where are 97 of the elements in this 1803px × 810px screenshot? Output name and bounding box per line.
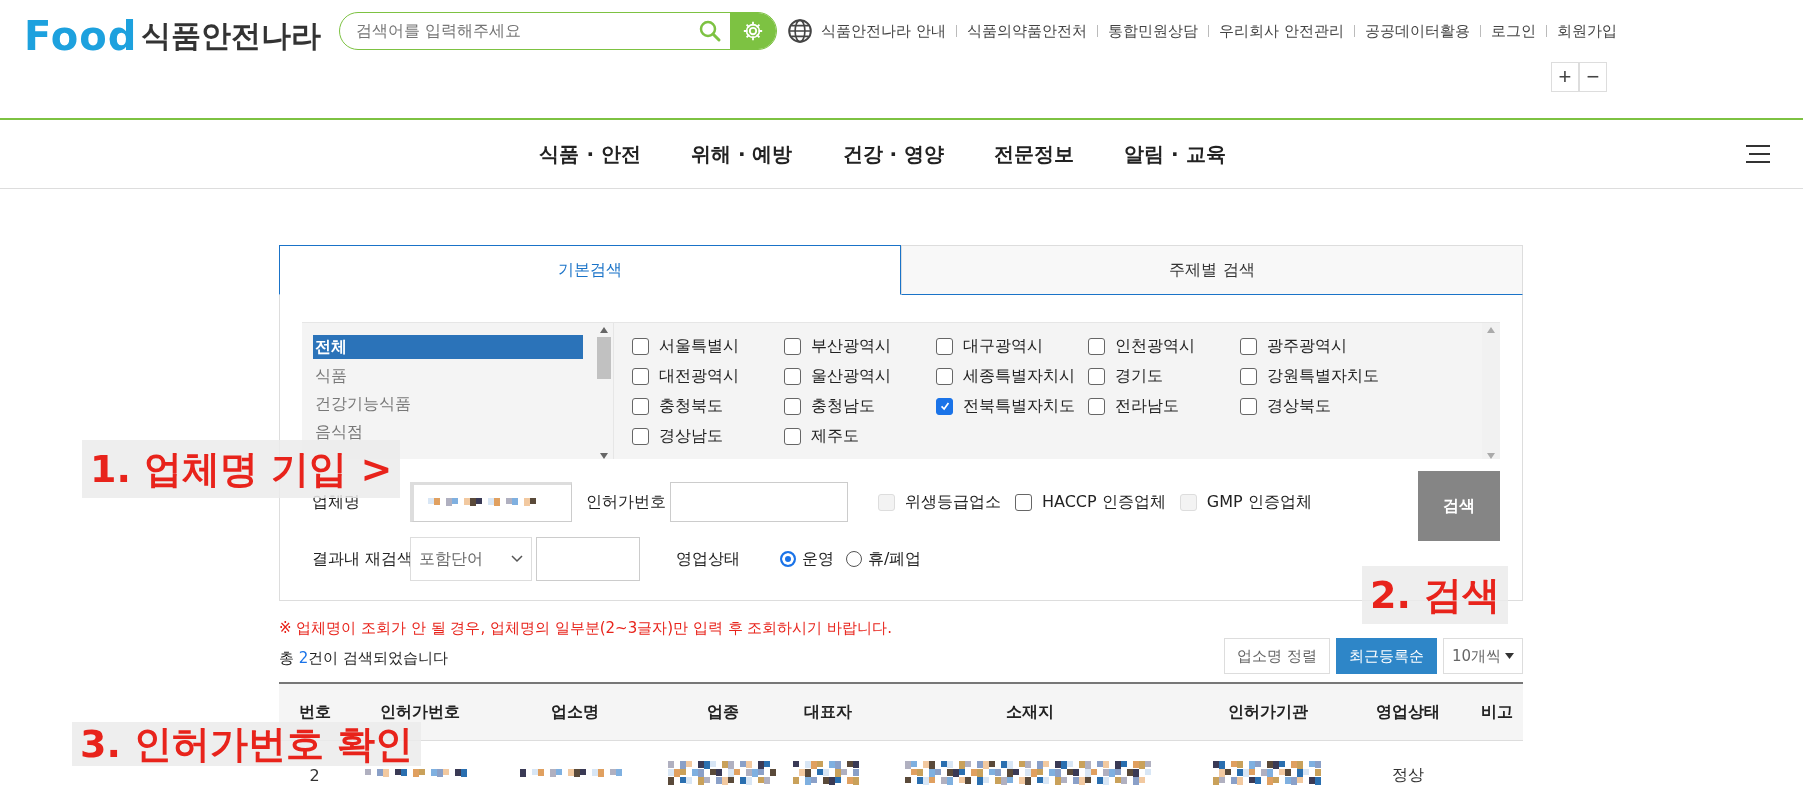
checkbox[interactable] [1240, 367, 1257, 385]
checkbox-label: 경기도 [1115, 365, 1163, 387]
site-title[interactable]: 식품안전나라 [141, 15, 322, 57]
menu-icon[interactable] [1745, 144, 1771, 164]
column-header[interactable]: 인허가기관 [1227, 701, 1308, 723]
checkbox[interactable] [784, 427, 801, 445]
tab[interactable]: 기본검색 [279, 245, 901, 295]
checkbox-label: 전북특별자치도 [963, 395, 1075, 417]
table-cell: 정상 [1391, 764, 1424, 786]
search-button[interactable]: 검색 [1418, 471, 1500, 541]
keyword-dropdown[interactable]: 포함단어 [410, 537, 532, 581]
checkbox-label: HACCP 인증업체 [1042, 491, 1166, 513]
chevron-icon [511, 555, 523, 563]
checkbox[interactable] [1088, 397, 1105, 415]
sort-button[interactable]: 최근등록순 [1335, 638, 1437, 674]
caret-icon [1505, 653, 1514, 659]
scroll-up-icon[interactable] [600, 327, 608, 333]
annotation-label: 2. 검색 [1362, 566, 1509, 624]
column-header[interactable]: 영업상태 [1375, 701, 1440, 723]
table-cell: 2 [309, 765, 320, 785]
checkbox-label: 경상북도 [1267, 395, 1331, 417]
tab[interactable]: 주제별 검색 [901, 245, 1523, 295]
checkbox[interactable] [1088, 367, 1105, 385]
field-label: 인허가번호 [586, 491, 666, 513]
checkbox-label: GMP 인증업체 [1206, 491, 1312, 513]
globe-icon[interactable] [787, 18, 814, 44]
column-header[interactable]: 번호 [298, 701, 331, 723]
radio-label: 운영 [802, 548, 834, 570]
checkbox-label: 충청북도 [659, 395, 723, 417]
checkbox-label: 전라남도 [1115, 395, 1179, 417]
scroll-thumb[interactable] [597, 337, 611, 379]
license-number-field[interactable] [670, 482, 848, 522]
checkbox-label: 부산광역시 [811, 335, 891, 357]
checkbox[interactable] [936, 397, 953, 415]
header-link[interactable]: 공공데이터활용 [1364, 21, 1470, 41]
header-link[interactable]: 회원가입 [1556, 21, 1617, 41]
checkbox[interactable] [784, 367, 801, 385]
checkbox-label: 서울특별시 [659, 335, 739, 357]
page-size-dropdown[interactable]: 10개씩 [1442, 638, 1523, 674]
header-link[interactable]: 로그인 [1490, 21, 1536, 41]
checkbox[interactable] [784, 397, 801, 415]
checkbox-label: 제주도 [811, 425, 859, 447]
company-name-field[interactable] [410, 482, 572, 522]
checkbox[interactable] [784, 337, 801, 355]
checkbox-label: 위생등급업소 [905, 491, 1001, 513]
checkbox-label: 충청남도 [811, 395, 875, 417]
header-link[interactable]: 식품의약품안전처 [967, 21, 1088, 41]
checkbox-label: 대구광역시 [963, 335, 1043, 357]
zoom-button[interactable]: + [1550, 62, 1579, 92]
checkbox-label: 세종특별자치시 [963, 365, 1075, 387]
keyword-field[interactable] [536, 537, 640, 581]
checkbox-label: 인천광역시 [1115, 335, 1195, 357]
radio-button[interactable] [780, 551, 796, 567]
annotation-label: 3. 인허가번호 확인 [72, 722, 422, 766]
header-link[interactable]: 우리회사 안전관리 [1219, 21, 1344, 41]
result-count: 총 2건이 검색되었습니다 [279, 649, 449, 669]
search-input[interactable]: 검색어를 입력해주세요 [340, 21, 699, 41]
checkbox[interactable] [1015, 493, 1032, 511]
checkbox-label: 광주광역시 [1267, 335, 1347, 357]
nav-item[interactable]: 건강 · 영양 [842, 140, 945, 168]
column-header[interactable]: 업종 [706, 701, 739, 723]
column-header[interactable]: 소재지 [1006, 701, 1054, 723]
sort-button[interactable]: 업소명 정렬 [1224, 638, 1330, 674]
checkbox-label: 강원특별자치도 [1267, 365, 1379, 387]
checkbox[interactable] [1088, 337, 1105, 355]
checkbox[interactable] [632, 427, 649, 445]
checkbox[interactable] [632, 367, 649, 385]
column-header[interactable]: 대표자 [803, 701, 852, 723]
checkbox[interactable] [1240, 337, 1257, 355]
notice-text: ※ 업체명이 조회가 안 될 경우, 업체명의 일부분(2~3글자)만 입력 후 조회하시기 바랍니다. [279, 619, 893, 638]
column-header[interactable]: 업소명 [551, 701, 599, 723]
header-link[interactable]: 통합민원상담 [1108, 21, 1199, 41]
checkbox[interactable] [632, 337, 649, 355]
checkbox-label: 울산광역시 [811, 365, 891, 387]
nav-item[interactable]: 알림 · 교육 [1124, 140, 1226, 168]
scroll-down-icon[interactable] [600, 453, 608, 459]
checkbox-label: 경상남도 [659, 425, 723, 447]
radio-label: 휴/폐업 [868, 548, 922, 570]
nav-item[interactable]: 식품 · 안전 [539, 140, 641, 168]
annotation-label: 1. 업체명 기입 > [82, 440, 401, 498]
category-item[interactable]: 건강기능식품 [313, 391, 583, 419]
checkbox[interactable] [632, 397, 649, 415]
header-link[interactable]: 식품안전나라 안내 [821, 21, 947, 41]
check-icon [938, 400, 951, 412]
column-header[interactable]: 비고 [1480, 701, 1513, 723]
category-item[interactable]: 전체 [313, 335, 583, 359]
column-header[interactable]: 인허가번호 [380, 701, 460, 723]
checkbox[interactable] [936, 367, 953, 385]
checkbox[interactable] [936, 337, 953, 355]
checkbox-label: 대전광역시 [659, 365, 739, 387]
nav-item[interactable]: 전문정보 [994, 140, 1075, 168]
zoom-button[interactable]: − [1578, 62, 1607, 92]
field-label: 영업상태 [676, 548, 740, 570]
category-item[interactable]: 식품 [313, 363, 583, 391]
radio-button[interactable] [846, 551, 862, 567]
nav-item[interactable]: 위해 · 예방 [690, 140, 793, 168]
checkbox[interactable] [1240, 397, 1257, 415]
